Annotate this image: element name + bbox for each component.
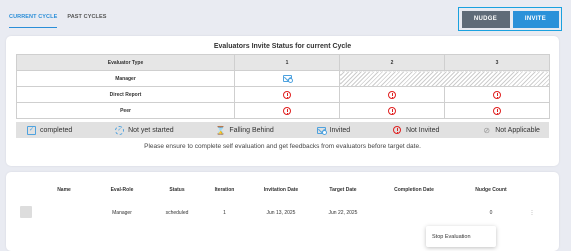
grid-row-peer: Peer [16, 102, 550, 119]
legend-completed-label: completed [40, 126, 73, 134]
legend-invited-label: Invited [329, 126, 351, 134]
not-invited-icon [393, 126, 402, 135]
tab-past-cycles[interactable]: PAST CYCLES [67, 8, 106, 28]
cell-peer-2[interactable] [339, 102, 445, 119]
col-header-2: 2 [339, 54, 445, 71]
col-completion-date: Completion Date [394, 187, 434, 193]
grid-row-manager: Manager [16, 70, 550, 87]
more-options-icon[interactable]: ⋮ [525, 210, 539, 216]
invite-status-card: Evaluators Invite Status for current Cyc… [6, 36, 559, 166]
evaluator-nudge-count: 0 [489, 210, 493, 216]
col-iteration: Iteration [214, 187, 235, 193]
hourglass-icon: ⌛ [215, 125, 226, 135]
invite-status-title: Evaluators Invite Status for current Cyc… [213, 43, 352, 50]
grid-header-row: Evaluator Type 1 2 3 [16, 54, 550, 71]
row-select-cell [16, 206, 36, 220]
cell-direct-report-2[interactable] [339, 86, 445, 103]
not-invited-icon [283, 106, 291, 115]
legend-not-started: ✓ Not yet started [115, 125, 174, 135]
not-invited-icon [493, 90, 501, 99]
not-invited-icon [388, 106, 396, 115]
cell-manager-1[interactable] [234, 70, 340, 87]
row-checkbox[interactable] [20, 206, 32, 218]
row-label-peer: Peer [16, 102, 235, 119]
evaluator-status: scheduled [165, 210, 189, 216]
cell-direct-report-3[interactable] [444, 86, 550, 103]
evaluators-table: Name Eval-Role Status Iteration Invitati… [16, 182, 549, 228]
legend-not-invited: Not Invited [393, 126, 439, 135]
table-row: Manager scheduled 1 Jun 13, 2025 Jun 22,… [16, 198, 549, 228]
cell-peer-3[interactable] [444, 102, 550, 119]
nudge-button[interactable]: NUDGE [461, 10, 510, 28]
invite-status-grid: Evaluator Type 1 2 3 Manager Direct Repo… [16, 54, 550, 119]
completed-icon: ✓ [27, 125, 36, 135]
legend-falling-behind-label: Falling Behind [229, 126, 274, 134]
cell-manager-not-applicable [339, 70, 550, 87]
cycle-tabs: CURRENT CYCLE PAST CYCLES [9, 8, 107, 28]
col-invitation-date: Invitation Date [263, 187, 299, 193]
col-eval-role: Eval-Role [110, 187, 134, 193]
grid-row-direct-report: Direct Report [16, 86, 550, 103]
legend-invited: Invited [316, 126, 351, 135]
status-legend: ✓ completed ✓ Not yet started ⌛ Falling … [16, 122, 549, 138]
evaluators-header-row: Name Eval-Role Status Iteration Invitati… [16, 182, 549, 198]
not-invited-icon [493, 106, 501, 115]
cell-peer-1[interactable] [234, 102, 340, 119]
row-label-manager: Manager [16, 70, 235, 87]
legend-not-applicable-label: Not Applicable [495, 126, 540, 134]
evaluator-iteration: 1 [223, 210, 226, 216]
action-button-group: NUDGE INVITE [458, 7, 562, 31]
col-target-date: Target Date [329, 187, 357, 193]
invited-icon [282, 75, 293, 83]
row-label-direct-report: Direct Report [16, 86, 235, 103]
not-invited-icon [388, 90, 396, 99]
evaluator-target-date: Jun 22, 2025 [328, 210, 358, 216]
col-name: Name [57, 187, 71, 193]
invited-icon [316, 126, 327, 135]
not-invited-icon [283, 90, 291, 99]
col-header-3: 3 [444, 54, 550, 71]
col-header-1: 1 [234, 54, 340, 71]
legend-not-invited-label: Not Invited [405, 126, 440, 134]
legend-completed: ✓ completed [27, 125, 73, 135]
legend-not-started-label: Not yet started [128, 126, 174, 134]
legend-not-applicable: ⊘ Not Applicable [482, 126, 540, 135]
cell-direct-report-1[interactable] [234, 86, 340, 103]
stop-evaluation-menu-item[interactable]: Stop Evaluation [426, 226, 496, 247]
legend-falling-behind: ⌛ Falling Behind [215, 125, 274, 135]
col-nudge-count: Nudge Count [475, 187, 507, 193]
col-status: Status [169, 187, 185, 193]
tab-current-cycle[interactable]: CURRENT CYCLE [9, 8, 58, 28]
not-started-icon: ✓ [115, 125, 125, 135]
invite-button[interactable]: INVITE [512, 10, 559, 28]
col-header-evaluator-type: Evaluator Type [16, 54, 235, 71]
evaluation-note: Please ensure to complete self evaluatio… [144, 143, 421, 150]
evaluator-role: Manager [112, 210, 132, 216]
not-applicable-icon: ⊘ [483, 125, 491, 135]
evaluator-invitation-date: Jun 13, 2025 [266, 210, 296, 216]
